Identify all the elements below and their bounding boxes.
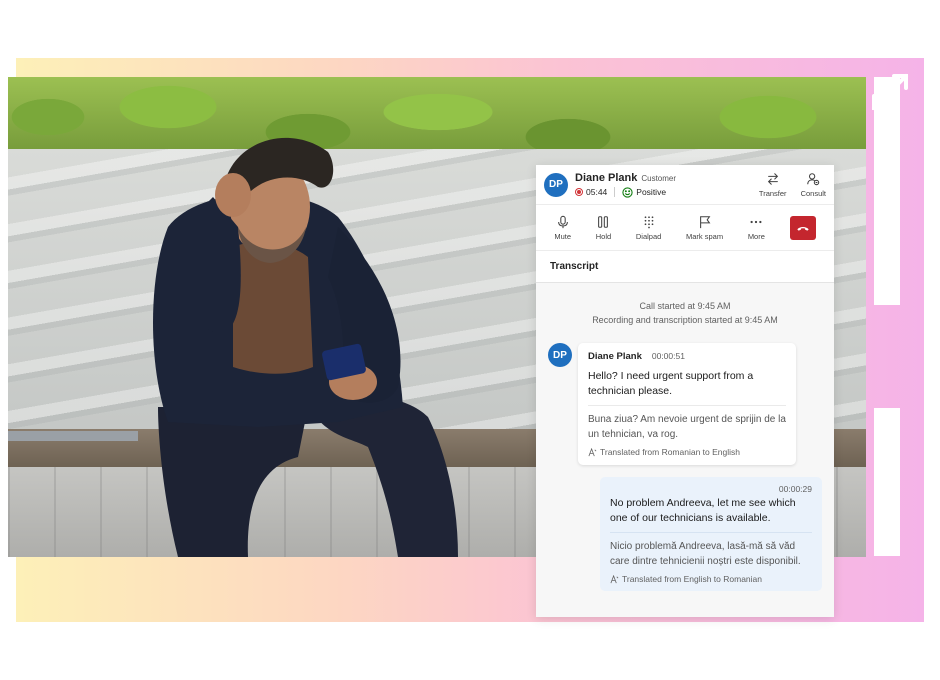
message-sender: Diane Plank xyxy=(588,351,642,362)
mute-button[interactable]: Mute xyxy=(554,215,571,241)
call-toolbar: Mute Hold Dialpad Mark spam More xyxy=(536,205,834,251)
call-header: DP Diane Plank Customer 05:44 Positive T… xyxy=(536,165,834,205)
message-incoming: DP Diane Plank 00:00:51 Hello? I need ur… xyxy=(536,343,834,465)
call-panel: DP Diane Plank Customer 05:44 Positive T… xyxy=(536,165,834,617)
dialpad-button[interactable]: Dialpad xyxy=(636,215,661,241)
person-with-phone xyxy=(8,137,458,557)
pause-icon xyxy=(598,215,609,228)
system-message: Call started at 9:45 AM xyxy=(639,301,731,311)
sentiment-label: Positive xyxy=(636,187,667,197)
translation-note: Translated from Romanian to English xyxy=(588,447,786,457)
hold-button[interactable]: Hold xyxy=(596,215,611,241)
caller-avatar[interactable]: DP xyxy=(544,172,568,197)
transfer-button[interactable]: Transfer xyxy=(759,172,787,198)
transcript-title: Transcript xyxy=(536,251,834,283)
message-text: Hello? I need urgent support from a tech… xyxy=(588,370,754,397)
message-time: 00:00:51 xyxy=(651,351,685,361)
caller-info: Diane Plank Customer 05:44 Positive xyxy=(575,172,759,198)
caller-name: Diane Plank xyxy=(575,171,638,184)
caller-role: Customer xyxy=(641,173,677,183)
consult-button[interactable]: Consult xyxy=(801,172,826,198)
message-avatar: DP xyxy=(548,343,572,367)
translate-icon xyxy=(610,574,619,583)
flag-icon xyxy=(699,215,710,228)
message-bubble[interactable]: Diane Plank 00:00:51 Hello? I need urgen… xyxy=(578,343,796,465)
transcript-area[interactable]: Call started at 9:45 AM Recording and tr… xyxy=(536,283,834,617)
smile-icon xyxy=(622,186,633,198)
side-panel-strip-bottom xyxy=(874,408,900,556)
more-button[interactable]: More xyxy=(748,215,765,241)
mark-spam-button[interactable]: Mark spam xyxy=(686,215,723,241)
hang-up-icon xyxy=(796,226,809,231)
translation-note: Translated from English to Romanian xyxy=(610,574,812,584)
more-icon xyxy=(750,220,762,223)
transfer-icon xyxy=(767,172,778,185)
message-time: 00:00:29 xyxy=(778,484,812,494)
dialpad-icon xyxy=(644,215,653,228)
message-outgoing[interactable]: 00:00:29 No problem Andreeva, let me see… xyxy=(600,477,822,591)
side-panel-strip-top xyxy=(874,77,900,305)
call-duration: 05:44 xyxy=(586,187,608,197)
consult-icon xyxy=(807,172,820,185)
recording-icon xyxy=(575,188,583,196)
message-original-text: Buna ziua? Am nevoie urgent de sprijin d… xyxy=(588,405,786,442)
message-text: No problem Andreeva, let me see which on… xyxy=(610,497,796,524)
message-original-text: Nicio problemă Andreeva, lasă-mă să văd … xyxy=(610,532,812,569)
divider xyxy=(614,187,616,197)
microphone-icon xyxy=(557,215,568,228)
system-message: Recording and transcription started at 9… xyxy=(592,315,778,325)
translate-icon xyxy=(588,447,597,456)
hang-up-button[interactable] xyxy=(789,215,816,240)
